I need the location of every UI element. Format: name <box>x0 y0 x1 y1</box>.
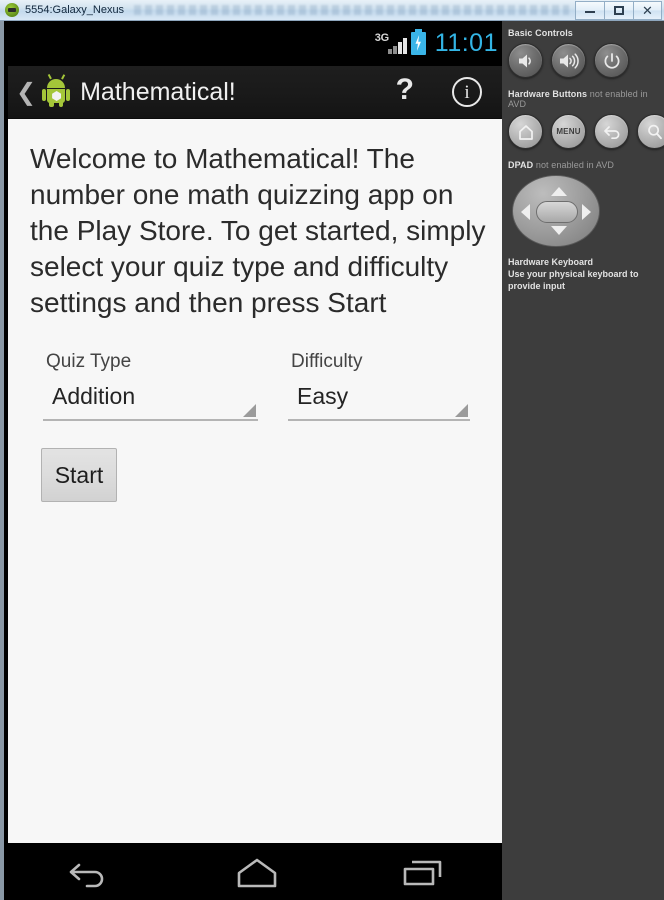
hw-back-button[interactable] <box>594 114 629 149</box>
basic-controls-title: Basic Controls <box>508 28 573 38</box>
power-icon <box>604 52 619 69</box>
dpad-heading: DPAD not enabled in AVD <box>508 160 664 170</box>
signal-bars-icon: 3G <box>375 32 407 56</box>
window-controls: ✕ <box>575 0 662 20</box>
battery-charging-icon <box>410 29 426 55</box>
speaker-high-icon <box>559 52 579 69</box>
dpad-up-icon[interactable] <box>551 187 567 196</box>
hw-menu-button[interactable]: MENU <box>551 114 586 149</box>
speaker-low-icon <box>518 54 531 67</box>
keyboard-note: Use your physical keyboard to provide in… <box>508 269 639 291</box>
device-frame: 3G 11:01 ❮ Mathematical! ? i Welcome to … <box>0 21 506 900</box>
signal-strength-bars <box>387 37 407 54</box>
app-actionbar: ❮ Mathematical! ? i <box>8 66 506 119</box>
android-robot-icon <box>41 77 71 107</box>
settings-row: Quiz Type Addition Difficulty Easy <box>8 351 506 421</box>
start-button-wrap: Start <box>8 448 506 502</box>
chevron-down-icon <box>243 404 256 417</box>
basic-controls-buttons <box>508 43 664 78</box>
recents-icon <box>403 860 442 885</box>
quiz-type-spinner[interactable]: Addition <box>43 381 258 421</box>
difficulty-value: Easy <box>297 383 349 409</box>
keyboard-title: Hardware Keyboard <box>508 257 594 267</box>
chevron-down-icon <box>455 404 468 417</box>
nav-back-button[interactable] <box>8 843 174 900</box>
volume-up-button[interactable] <box>551 43 586 78</box>
volume-down-button[interactable] <box>508 43 543 78</box>
dpad-title: DPAD <box>508 160 534 170</box>
device-screen: 3G 11:01 ❮ Mathematical! ? i Welcome to … <box>8 21 506 900</box>
difficulty-label: Difficulty <box>291 351 363 372</box>
page-title: Mathematical! <box>80 77 236 106</box>
app-content: Welcome to Mathematical! The number one … <box>8 119 506 843</box>
hardware-buttons-row: MENU <box>508 114 664 149</box>
titlebar-ghost-text <box>134 5 569 15</box>
difficulty-spinner[interactable]: Easy <box>288 381 470 421</box>
close-icon: ✕ <box>642 2 653 18</box>
start-button[interactable]: Start <box>41 448 117 502</box>
back-chevron-icon[interactable]: ❮ <box>16 80 36 104</box>
close-button[interactable]: ✕ <box>633 0 662 20</box>
back-icon <box>69 863 104 887</box>
maximize-button[interactable] <box>604 0 633 20</box>
window-app-icon <box>5 3 19 17</box>
welcome-text: Welcome to Mathematical! The number one … <box>30 143 486 318</box>
android-navbar <box>8 843 506 900</box>
quiz-type-value: Addition <box>52 383 136 409</box>
power-button[interactable] <box>594 43 629 78</box>
window-title: 5554:Galaxy_Nexus <box>25 4 125 16</box>
difficulty-group: Difficulty Easy <box>288 351 470 421</box>
maximize-icon <box>614 5 624 15</box>
hw-home-button[interactable] <box>508 114 543 149</box>
home-icon <box>237 858 277 887</box>
menu-button-label: MENU <box>556 127 581 136</box>
hardware-buttons-heading: Hardware Buttons not enabled in AVD <box>508 89 664 109</box>
quiz-type-group: Quiz Type Addition <box>43 351 258 421</box>
status-clock: 11:01 <box>434 29 498 57</box>
hardware-buttons-title: Hardware Buttons <box>508 89 588 99</box>
emulator-control-panel: Basic Controls Hardware Buttons not enab… <box>502 21 664 900</box>
help-icon[interactable]: ? <box>396 75 414 109</box>
quiz-type-label: Quiz Type <box>46 351 132 372</box>
dpad-down-icon[interactable] <box>551 226 567 235</box>
charging-bolt-icon <box>415 35 421 51</box>
minimize-icon <box>585 8 595 13</box>
dpad-control[interactable] <box>512 175 600 247</box>
info-icon[interactable]: i <box>452 77 482 107</box>
nav-home-button[interactable] <box>174 843 340 900</box>
back-arrow-icon <box>603 125 619 139</box>
emulator-window: 5554:Galaxy_Nexus ✕ 3G 11:01 ❮ Mathemati… <box>0 0 664 900</box>
search-icon <box>647 124 662 139</box>
nav-recents-button[interactable] <box>340 843 506 900</box>
hw-search-button[interactable] <box>637 114 664 149</box>
window-titlebar: 5554:Galaxy_Nexus ✕ <box>0 0 664 21</box>
minimize-button[interactable] <box>575 0 604 20</box>
info-icon-letter: i <box>464 81 470 103</box>
android-statusbar: 3G 11:01 <box>8 21 506 66</box>
dpad-center-button[interactable] <box>536 201 578 223</box>
basic-controls-heading: Basic Controls <box>508 28 664 38</box>
dpad-right-icon[interactable] <box>582 204 591 220</box>
home-icon <box>518 124 533 140</box>
dpad-left-icon[interactable] <box>521 204 530 220</box>
dpad-note: not enabled in AVD <box>535 160 615 170</box>
